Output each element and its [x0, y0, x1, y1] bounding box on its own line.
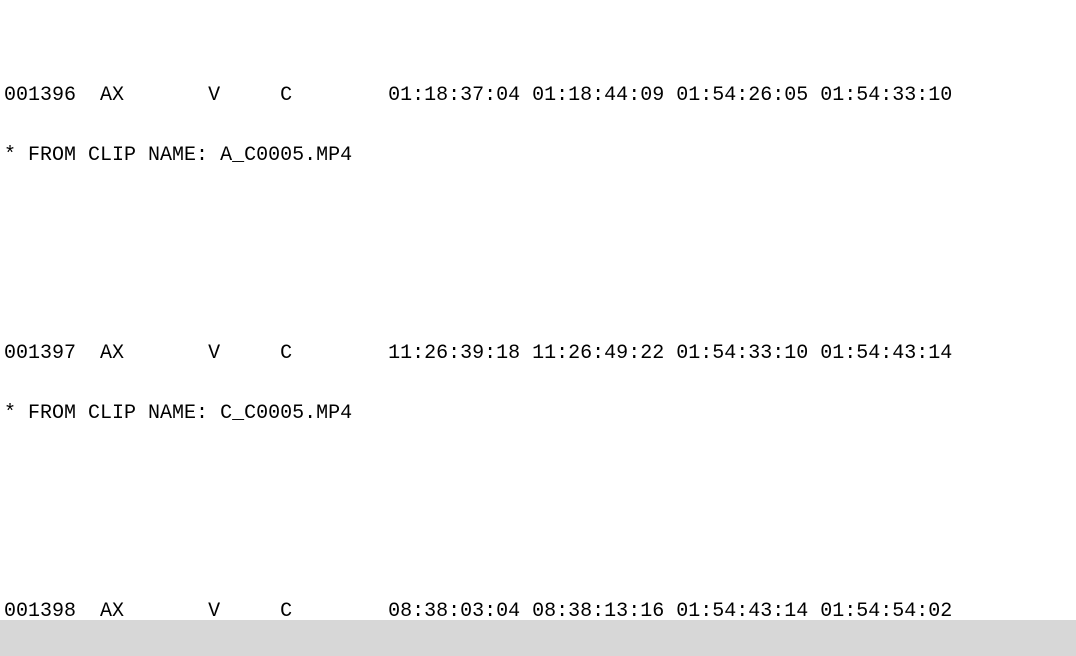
rec-out: 01:54:33:10 [820, 84, 952, 107]
reel: AX [100, 84, 124, 107]
edl-edit-line: 001398 AX V C 08:38:03:04 08:38:13:16 01… [4, 602, 1072, 622]
from-prefix: * FROM CLIP NAME: [4, 402, 208, 425]
rec-out: 01:54:43:14 [820, 342, 952, 365]
transition: C [280, 84, 292, 107]
clip-name: A_C0005.MP4 [220, 144, 352, 167]
clip-name: C_C0005.MP4 [220, 402, 352, 425]
track: V [208, 84, 220, 107]
edl-event: 001397 AX V C 11:26:39:18 11:26:49:22 01… [4, 304, 1072, 464]
track: V [208, 342, 220, 365]
edl-from-line: * FROM CLIP NAME: C_C0005.MP4 [4, 404, 1072, 424]
src-in: 01:18:37:04 [388, 84, 520, 107]
transition: C [280, 342, 292, 365]
src-out: 11:26:49:22 [532, 342, 664, 365]
edl-edit-line: 001397 AX V C 11:26:39:18 11:26:49:22 01… [4, 344, 1072, 364]
reel: AX [100, 342, 124, 365]
src-in: 11:26:39:18 [388, 342, 520, 365]
edl-from-line: * FROM CLIP NAME: A_C0005.MP4 [4, 146, 1072, 166]
edl-edit-line: 001396 AX V C 01:18:37:04 01:18:44:09 01… [4, 86, 1072, 106]
event-number: 001396 [4, 84, 76, 107]
src-out: 01:18:44:09 [532, 84, 664, 107]
event-number: 001397 [4, 342, 76, 365]
footer-band [0, 620, 1076, 656]
edl-event: 001396 AX V C 01:18:37:04 01:18:44:09 01… [4, 46, 1072, 206]
rec-in: 01:54:26:05 [676, 84, 808, 107]
edl-listing: 001396 AX V C 01:18:37:04 01:18:44:09 01… [0, 0, 1076, 656]
from-prefix: * FROM CLIP NAME: [4, 144, 208, 167]
rec-in: 01:54:33:10 [676, 342, 808, 365]
